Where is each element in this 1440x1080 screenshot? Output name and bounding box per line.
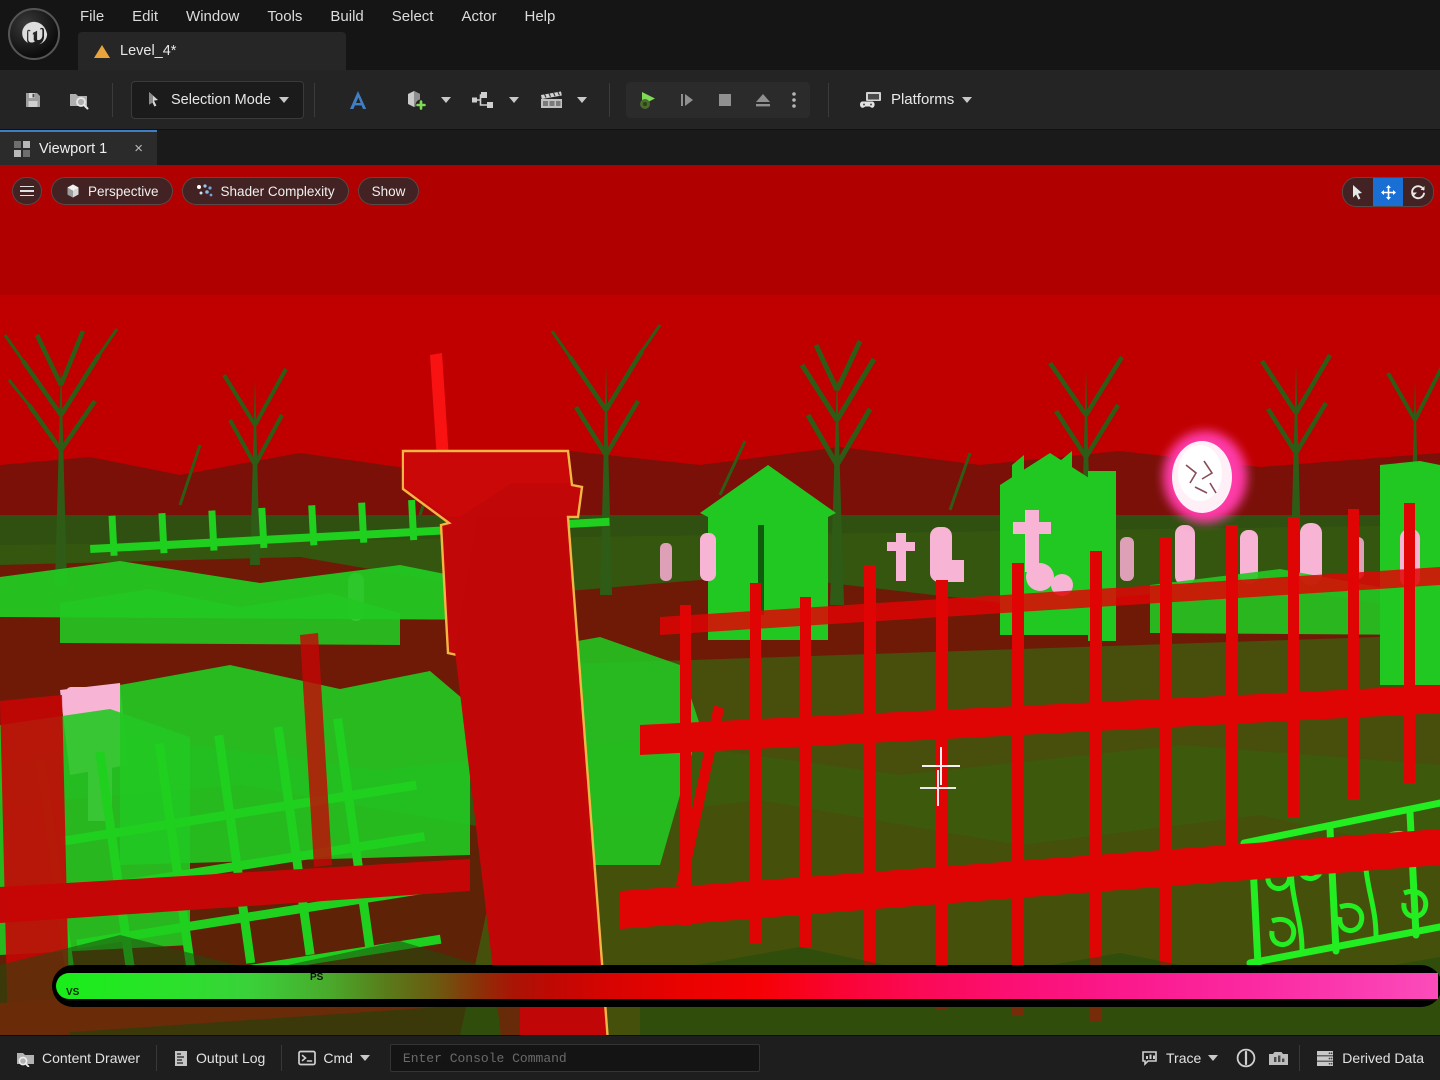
shader-complexity-label: Shader Complexity — [220, 183, 335, 199]
selection-mode-label: Selection Mode — [171, 91, 271, 108]
output-log-label: Output Log — [196, 1050, 266, 1066]
toolbar-separator-1 — [112, 82, 113, 117]
chevron-down-icon-add-actor[interactable] — [440, 96, 451, 103]
statusbar-separator-1 — [156, 1045, 158, 1071]
blueprint-node-icon[interactable] — [467, 83, 501, 117]
viewport-gizmo-toolbar — [1342, 177, 1434, 207]
output-log-icon — [175, 1050, 188, 1066]
output-log-button[interactable]: Output Log — [161, 1041, 277, 1075]
derived-data-label: Derived Data — [1342, 1050, 1424, 1066]
derived-data-server-icon — [1317, 1050, 1334, 1066]
screenshot-camera-button[interactable] — [1262, 1041, 1295, 1075]
complexity-gradient-bar: VS PS — [56, 972, 1438, 999]
menu-item-file[interactable]: File — [66, 4, 118, 29]
chevron-down-icon-trace — [1208, 1055, 1219, 1061]
trace-chart-icon — [1142, 1051, 1157, 1066]
performance-gauge-icon — [1236, 1048, 1256, 1068]
viewport-overlay-toolbar: Perspective Shader Complexity Show — [12, 177, 420, 205]
menu-item-build[interactable]: Build — [316, 4, 377, 29]
close-icon[interactable]: × — [134, 140, 143, 157]
platforms-label: Platforms — [890, 91, 955, 108]
viewport-view-mode-button[interactable]: Shader Complexity — [181, 177, 349, 205]
stop-square-icon[interactable] — [709, 84, 741, 116]
viewport-grid-icon — [14, 140, 30, 157]
kebab-more-icon[interactable] — [785, 84, 803, 116]
legend-vs-label: VS — [66, 987, 80, 998]
menu-item-tools[interactable]: Tools — [253, 4, 316, 29]
viewport-tab-label: Viewport 1 — [39, 140, 108, 157]
status-bar: Content Drawer Output Log Cmd Enter Cons… — [0, 1035, 1440, 1080]
level-triangle-icon — [94, 44, 110, 58]
statusbar-separator-3 — [1299, 1045, 1301, 1071]
skip-play-icon[interactable] — [671, 84, 703, 116]
level-tab-label: Level_4* — [120, 43, 177, 59]
toolbar-separator-3 — [608, 82, 610, 117]
chevron-down-icon-cinematics[interactable] — [576, 96, 587, 103]
play-controls-group — [625, 81, 810, 118]
chevron-down-icon-platforms — [962, 96, 973, 103]
viewport-show-button[interactable]: Show — [357, 177, 420, 205]
console-prompt-icon — [298, 1050, 317, 1066]
chevron-down-icon-cmd — [359, 1055, 370, 1061]
cmd-label: Cmd — [323, 1050, 353, 1066]
performance-gauge-button[interactable] — [1230, 1041, 1262, 1075]
selection-cursor-icon — [149, 92, 158, 107]
show-label: Show — [371, 183, 406, 199]
shader-complexity-legend: VS PS — [52, 965, 1440, 1007]
viewport-perspective-button[interactable]: Perspective — [51, 177, 173, 205]
move-arrows-icon[interactable] — [1373, 178, 1403, 206]
trace-label: Trace — [1166, 1050, 1202, 1066]
content-drawer-button[interactable]: Content Drawer — [4, 1041, 152, 1075]
view-mode-dots-icon — [196, 184, 212, 197]
add-cube-plus-icon[interactable] — [399, 83, 433, 117]
chevron-down-icon-blueprint[interactable] — [508, 96, 519, 103]
toolbar-separator-4 — [827, 82, 829, 117]
toolbar-separator-2 — [313, 82, 315, 117]
menu-item-window[interactable]: Window — [172, 4, 253, 29]
shader-complexity-scene — [0, 165, 1440, 1035]
unreal-engine-logo-icon[interactable] — [8, 8, 60, 60]
lumen-a-icon[interactable] — [341, 83, 375, 117]
platforms-gamepad-monitor-icon — [859, 91, 881, 108]
browse-folder-search-icon[interactable] — [62, 83, 96, 117]
viewport-tab-strip: Viewport 1 × — [0, 130, 1440, 165]
save-floppy-icon[interactable] — [16, 83, 50, 117]
eject-triangle-icon[interactable] — [747, 84, 779, 116]
cmd-button[interactable]: Cmd — [286, 1041, 382, 1075]
selection-mode-button[interactable]: Selection Mode — [131, 80, 304, 119]
cinematics-clapperboard-icon[interactable] — [535, 83, 569, 117]
viewport-3d[interactable]: Perspective Shader Complexity Show VS PS — [0, 165, 1440, 1035]
perspective-label: Perspective — [88, 183, 159, 199]
screenshot-camera-icon — [1269, 1051, 1289, 1065]
tab-viewport-1[interactable]: Viewport 1 × — [0, 130, 158, 165]
cursor-arrow-icon[interactable] — [1343, 178, 1373, 206]
content-drawer-label: Content Drawer — [42, 1050, 141, 1066]
rotate-refresh-icon[interactable] — [1403, 178, 1433, 206]
play-button-icon[interactable] — [633, 84, 665, 116]
console-placeholder: Enter Console Command — [402, 1050, 567, 1066]
derived-data-button[interactable]: Derived Data — [1304, 1041, 1436, 1075]
viewport-hamburger-menu-icon[interactable] — [12, 177, 42, 205]
menu-item-actor[interactable]: Actor — [447, 4, 510, 29]
legend-ps-label: PS — [310, 972, 324, 983]
menu-item-select[interactable]: Select — [378, 4, 448, 29]
content-drawer-icon — [17, 1052, 34, 1067]
platforms-button[interactable]: Platforms — [849, 86, 982, 114]
trace-button[interactable]: Trace — [1130, 1041, 1230, 1075]
console-command-input[interactable]: Enter Console Command — [389, 1044, 760, 1072]
statusbar-separator-2 — [281, 1045, 283, 1071]
perspective-cube-icon — [67, 184, 79, 198]
chevron-down-icon — [278, 96, 289, 103]
menu-bar: File Edit Window Tools Build Select Acto… — [0, 0, 1440, 70]
menu-item-edit[interactable]: Edit — [118, 4, 172, 29]
main-toolbar: Selection Mode Platforms — [0, 70, 1440, 130]
level-tab[interactable]: Level_4* — [78, 32, 346, 70]
menu-item-list: File Edit Window Tools Build Select Acto… — [66, 0, 569, 30]
menu-item-help[interactable]: Help — [511, 4, 570, 29]
